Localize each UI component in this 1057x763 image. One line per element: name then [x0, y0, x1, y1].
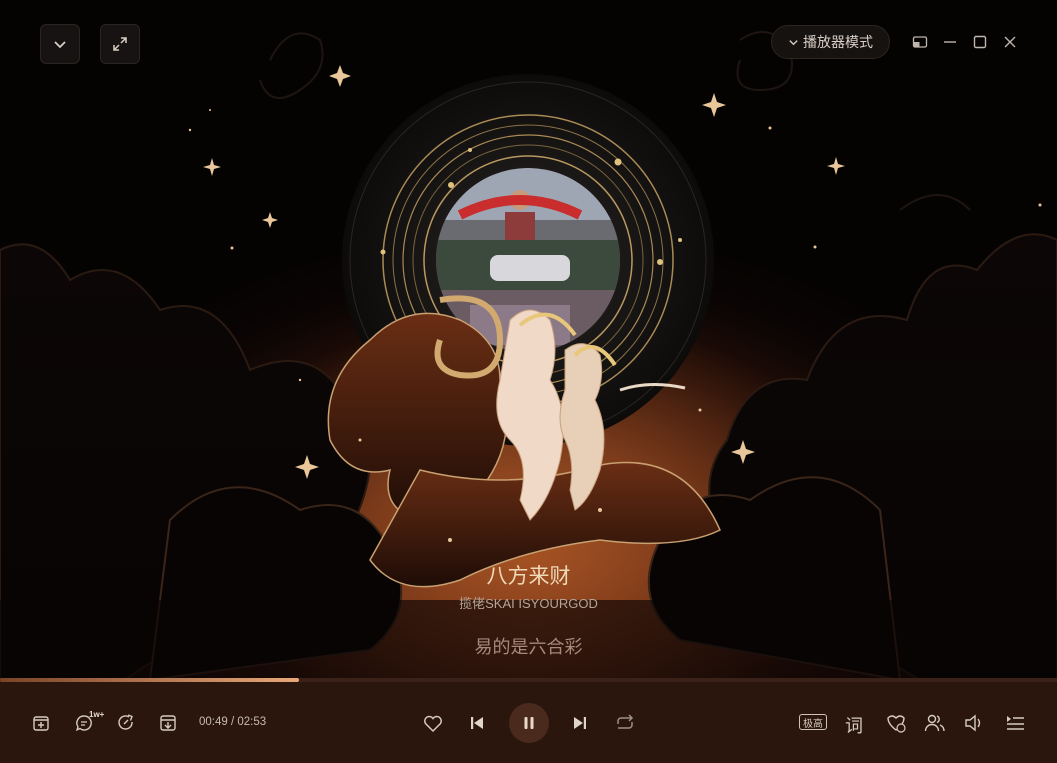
loop-icon: [617, 714, 634, 729]
minimize-icon: [944, 41, 956, 43]
mini-mode-button[interactable]: [909, 32, 931, 52]
loop-mode-button[interactable]: [612, 710, 638, 736]
pause-icon: [524, 717, 534, 729]
current-lyric-line: 易的是六合彩: [474, 637, 583, 657]
song-artist[interactable]: 揽佬SKAI ISYOURGOD: [0, 593, 1057, 612]
progress-bar[interactable]: [0, 678, 1057, 682]
next-track-button[interactable]: [567, 710, 593, 736]
previous-track-button[interactable]: [464, 710, 490, 736]
sound-effect-icon: [887, 715, 906, 733]
current-time: 00:49: [199, 716, 228, 728]
comment-count-badge: 1w+: [89, 710, 105, 719]
heart-icon: [424, 715, 442, 733]
maximize-button[interactable]: [969, 32, 991, 52]
chevron-down-icon: [789, 39, 798, 45]
add-to-playlist-icon: [33, 716, 49, 731]
maximize-icon: [973, 35, 987, 49]
volume-button[interactable]: [961, 710, 987, 736]
download-button[interactable]: [155, 710, 181, 736]
playlist-button[interactable]: [1002, 710, 1028, 736]
player-mode-button[interactable]: 播放器模式: [771, 25, 890, 59]
chevron-down-icon: [54, 41, 66, 49]
time-separator: /: [227, 716, 238, 728]
close-icon: [1004, 36, 1016, 48]
previous-icon: [471, 717, 483, 729]
progress-fill: [0, 678, 300, 682]
music-player-window: 播放器模式 八方来财 揽佬SKAI ISYOURGOD 易的是六合彩 1w+ 0…: [0, 0, 1057, 763]
favorite-button[interactable]: [420, 710, 446, 736]
total-time: 02:53: [237, 716, 267, 728]
share-icon: [118, 714, 133, 730]
expand-icon: [113, 37, 127, 51]
fullscreen-button[interactable]: [100, 24, 140, 64]
listen-together-icon: [924, 714, 945, 732]
share-button[interactable]: [113, 710, 139, 736]
close-button[interactable]: [999, 32, 1021, 52]
mini-window-icon: [912, 36, 928, 48]
download-icon: [160, 715, 176, 731]
play-pause-button[interactable]: [509, 703, 549, 743]
sound-effect-button[interactable]: [883, 710, 909, 736]
volume-icon: [965, 714, 981, 732]
lyrics-toggle-button[interactable]: 词: [845, 712, 863, 738]
playlist-icon: [1007, 716, 1024, 730]
next-icon: [574, 717, 586, 729]
audio-quality-button[interactable]: 极高: [799, 714, 827, 730]
collapse-player-button[interactable]: [40, 24, 80, 64]
playback-time: 00:49 / 02:53: [199, 716, 266, 728]
listen-together-button[interactable]: [922, 710, 948, 736]
add-to-playlist-button[interactable]: [28, 710, 54, 736]
player-mode-label: 播放器模式: [803, 34, 873, 50]
song-title: 八方来财: [486, 565, 571, 588]
minimize-button[interactable]: [939, 32, 961, 52]
